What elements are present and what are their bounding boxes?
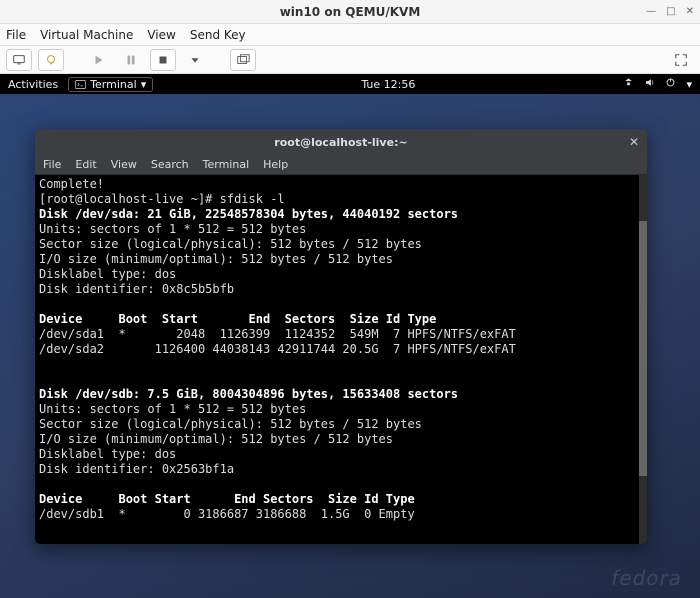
minimize-button[interactable]: — bbox=[646, 6, 656, 17]
menu-view[interactable]: View bbox=[147, 28, 175, 42]
lightbulb-icon bbox=[44, 53, 58, 67]
line-sda-header: Disk /dev/sda: 21 GiB, 22548578304 bytes… bbox=[39, 207, 458, 221]
line-labeltype-b: Disklabel type: dos bbox=[39, 447, 176, 461]
line-complete: Complete! bbox=[39, 177, 104, 191]
line-sector-b: Sector size (logical/physical): 512 byte… bbox=[39, 417, 422, 431]
host-titlebar: win10 on QEMU/KVM — □ ✕ bbox=[0, 0, 700, 24]
fullscreen-icon bbox=[674, 53, 688, 67]
system-menu-chevron[interactable]: ▾ bbox=[686, 78, 692, 91]
line-iosize-b: I/O size (minimum/optimal): 512 bytes / … bbox=[39, 432, 393, 446]
pause-button[interactable] bbox=[118, 49, 144, 71]
line-table-header-b: Device Boot Start End Sectors Size Id Ty… bbox=[39, 492, 415, 506]
line-sdb1: /dev/sdb1 * 0 3186687 3186688 1.5G 0 Emp… bbox=[39, 507, 415, 521]
app-menu-terminal[interactable]: Terminal ▾ bbox=[68, 77, 153, 92]
host-window-title: win10 on QEMU/KVM bbox=[0, 5, 700, 19]
monitor-icon bbox=[12, 53, 26, 67]
play-button[interactable] bbox=[86, 49, 112, 71]
line-table-header-a: Device Boot Start End Sectors Size Id Ty… bbox=[39, 312, 436, 326]
terminal-titlebar[interactable]: root@localhost-live:~ ✕ bbox=[35, 129, 647, 155]
fullscreen-button[interactable] bbox=[668, 49, 694, 71]
gnome-top-bar: Activities Terminal ▾ Tue 12:56 ▾ bbox=[0, 74, 700, 94]
line-sda2: /dev/sda2 1126400 44038143 42911744 20.5… bbox=[39, 342, 516, 356]
menu-virtual-machine[interactable]: Virtual Machine bbox=[40, 28, 133, 42]
line-sda-id: Disk identifier: 0x8c5b5bfb bbox=[39, 282, 234, 296]
play-icon bbox=[92, 53, 106, 67]
line-iosize: I/O size (minimum/optimal): 512 bytes / … bbox=[39, 252, 393, 266]
term-menu-terminal[interactable]: Terminal bbox=[203, 158, 250, 171]
snapshot-icon bbox=[236, 53, 250, 67]
terminal-icon bbox=[75, 79, 86, 90]
snapshot-button[interactable] bbox=[230, 49, 256, 71]
shutdown-dropdown[interactable] bbox=[182, 49, 208, 71]
line-units: Units: sectors of 1 * 512 = 512 bytes bbox=[39, 222, 306, 236]
activities-button[interactable]: Activities bbox=[8, 78, 58, 91]
network-icon[interactable] bbox=[623, 77, 634, 91]
vm-display: Activities Terminal ▾ Tue 12:56 ▾ fedora… bbox=[0, 74, 700, 598]
menu-send-key[interactable]: Send Key bbox=[190, 28, 246, 42]
chevron-down-icon: ▾ bbox=[141, 78, 147, 91]
pause-icon bbox=[124, 53, 138, 67]
clock[interactable]: Tue 12:56 bbox=[153, 78, 623, 91]
power-icon[interactable] bbox=[665, 77, 676, 91]
line-sector: Sector size (logical/physical): 512 byte… bbox=[39, 237, 422, 251]
maximize-button[interactable]: □ bbox=[666, 6, 675, 17]
terminal-title: root@localhost-live:~ bbox=[35, 136, 647, 149]
shutdown-button[interactable] bbox=[150, 49, 176, 71]
terminal-menubar: File Edit View Search Terminal Help bbox=[35, 155, 647, 175]
close-button[interactable]: ✕ bbox=[686, 6, 694, 17]
host-toolbar bbox=[0, 46, 700, 74]
info-button[interactable] bbox=[38, 49, 64, 71]
line-sdb-header: Disk /dev/sdb: 7.5 GiB, 8004304896 bytes… bbox=[39, 387, 458, 401]
line-units-b: Units: sectors of 1 * 512 = 512 bytes bbox=[39, 402, 306, 416]
menu-file[interactable]: File bbox=[6, 28, 26, 42]
terminal-body[interactable]: Complete! [root@localhost-live ~]# sfdis… bbox=[35, 175, 647, 544]
scrollbar-thumb[interactable] bbox=[639, 221, 647, 476]
host-menubar: File Virtual Machine View Send Key bbox=[0, 24, 700, 46]
fedora-watermark: fedora bbox=[611, 566, 682, 590]
terminal-close-button[interactable]: ✕ bbox=[629, 135, 639, 149]
terminal-window: root@localhost-live:~ ✕ File Edit View S… bbox=[35, 129, 647, 544]
volume-icon[interactable] bbox=[644, 77, 655, 91]
separator bbox=[70, 49, 80, 71]
stop-icon bbox=[156, 53, 170, 67]
line-sda1: /dev/sda1 * 2048 1126399 1124352 549M 7 … bbox=[39, 327, 516, 341]
chevron-down-icon bbox=[188, 53, 202, 67]
line-prompt: [root@localhost-live ~]# sfdisk -l bbox=[39, 192, 285, 206]
console-button[interactable] bbox=[6, 49, 32, 71]
term-menu-search[interactable]: Search bbox=[151, 158, 189, 171]
term-menu-file[interactable]: File bbox=[43, 158, 61, 171]
app-menu-label: Terminal bbox=[90, 78, 137, 91]
terminal-scrollbar[interactable] bbox=[639, 175, 647, 544]
term-menu-help[interactable]: Help bbox=[263, 158, 288, 171]
line-labeltype: Disklabel type: dos bbox=[39, 267, 176, 281]
separator bbox=[214, 49, 224, 71]
term-menu-view[interactable]: View bbox=[111, 158, 137, 171]
line-sdb-id: Disk identifier: 0x2563bf1a bbox=[39, 462, 234, 476]
term-menu-edit[interactable]: Edit bbox=[75, 158, 96, 171]
